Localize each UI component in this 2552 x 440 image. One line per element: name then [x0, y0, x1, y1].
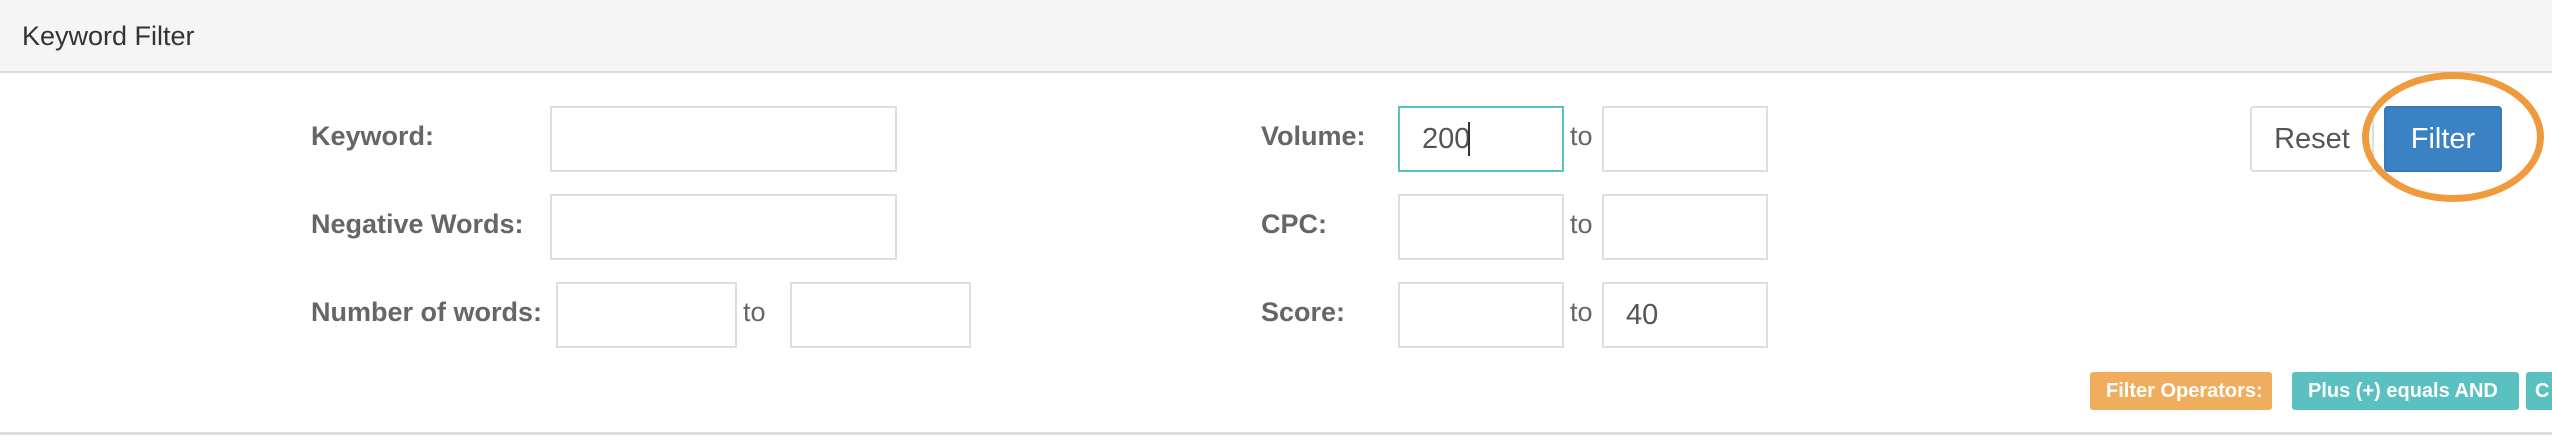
- filter-button[interactable]: Filter: [2384, 106, 2502, 172]
- keyword-filter-page: Keyword Filter Keyword: Negative Words: …: [0, 0, 2552, 440]
- text-caret: [1468, 122, 1470, 156]
- filter-operators-badge: Filter Operators:: [2090, 372, 2272, 410]
- panel-header: Keyword Filter: [0, 0, 2552, 73]
- number-of-words-to-label: to: [743, 297, 766, 327]
- panel-bottom-border: [0, 432, 2552, 435]
- number-of-words-max-input[interactable]: [790, 282, 971, 348]
- score-max-input[interactable]: [1602, 282, 1768, 348]
- cpc-max-input[interactable]: [1602, 194, 1768, 260]
- negative-words-input[interactable]: [550, 194, 897, 260]
- panel-title: Keyword Filter: [22, 21, 195, 51]
- reset-button[interactable]: Reset: [2250, 106, 2374, 172]
- number-of-words-min-input[interactable]: [556, 282, 737, 348]
- next-operator-badge: C: [2526, 372, 2552, 410]
- plus-and-badge: Plus (+) equals AND: [2292, 372, 2519, 410]
- volume-min-input[interactable]: [1398, 106, 1564, 172]
- score-min-input[interactable]: [1398, 282, 1564, 348]
- keyword-input[interactable]: [550, 106, 897, 172]
- number-of-words-label: Number of words:: [311, 297, 543, 327]
- keyword-label: Keyword:: [311, 121, 435, 151]
- volume-to-label: to: [1570, 121, 1593, 151]
- volume-max-input[interactable]: [1602, 106, 1768, 172]
- volume-label: Volume:: [1261, 121, 1366, 151]
- score-to-label: to: [1570, 297, 1593, 327]
- cpc-min-input[interactable]: [1398, 194, 1564, 260]
- score-label: Score:: [1261, 297, 1346, 327]
- cpc-to-label: to: [1570, 209, 1593, 239]
- cpc-label: CPC:: [1261, 209, 1327, 239]
- negative-words-label: Negative Words:: [311, 209, 524, 239]
